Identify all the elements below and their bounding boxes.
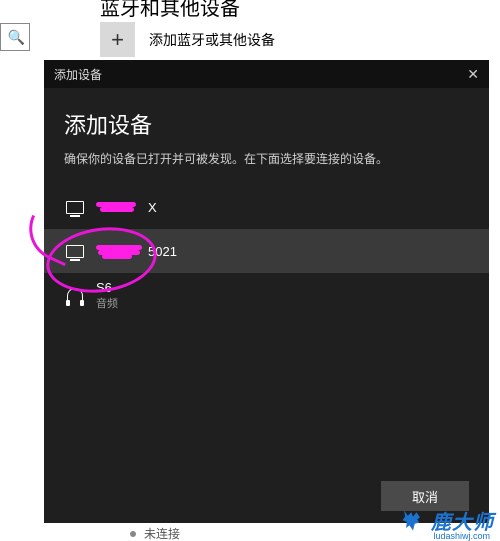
- add-device-dialog: 添加设备 ✕ 添加设备 确保你的设备已打开并可被发现。在下面选择要连接的设备。 …: [44, 60, 489, 523]
- dialog-titlebar-text: 添加设备: [54, 66, 102, 83]
- brand-url: ludashiwj.com: [433, 531, 490, 541]
- dialog-heading: 添加设备: [64, 108, 469, 140]
- device-name: X: [148, 200, 157, 215]
- status-text: 未连接: [144, 525, 180, 541]
- device-item[interactable]: S6 音频: [44, 273, 489, 317]
- dialog-subtitle: 确保你的设备已打开并可被发现。在下面选择要连接的设备。: [64, 150, 469, 167]
- display-icon: [64, 201, 86, 214]
- dialog-titlebar: 添加设备 ✕: [44, 60, 489, 88]
- display-icon: [64, 245, 86, 258]
- add-device-row[interactable]: + 添加蓝牙或其他设备: [100, 22, 275, 57]
- status-dot-icon: [130, 531, 136, 537]
- page-heading: 蓝牙和其他设备: [100, 0, 240, 21]
- device-item[interactable]: X: [44, 185, 489, 229]
- search-input[interactable]: 🔍: [0, 23, 30, 51]
- plus-icon: +: [100, 22, 135, 57]
- headset-icon: [64, 288, 86, 303]
- device-subtitle: 音频: [96, 295, 118, 311]
- device-name: S6: [96, 280, 118, 295]
- add-device-label: 添加蓝牙或其他设备: [149, 30, 275, 50]
- deer-icon: [399, 507, 427, 535]
- search-icon: 🔍: [8, 29, 25, 46]
- redaction: [96, 201, 146, 213]
- close-icon[interactable]: ✕: [467, 66, 479, 83]
- device-item[interactable]: 5021: [44, 229, 489, 273]
- device-name: 5021: [148, 244, 177, 259]
- footer-status: 未连接: [130, 525, 180, 541]
- redaction: [96, 245, 146, 257]
